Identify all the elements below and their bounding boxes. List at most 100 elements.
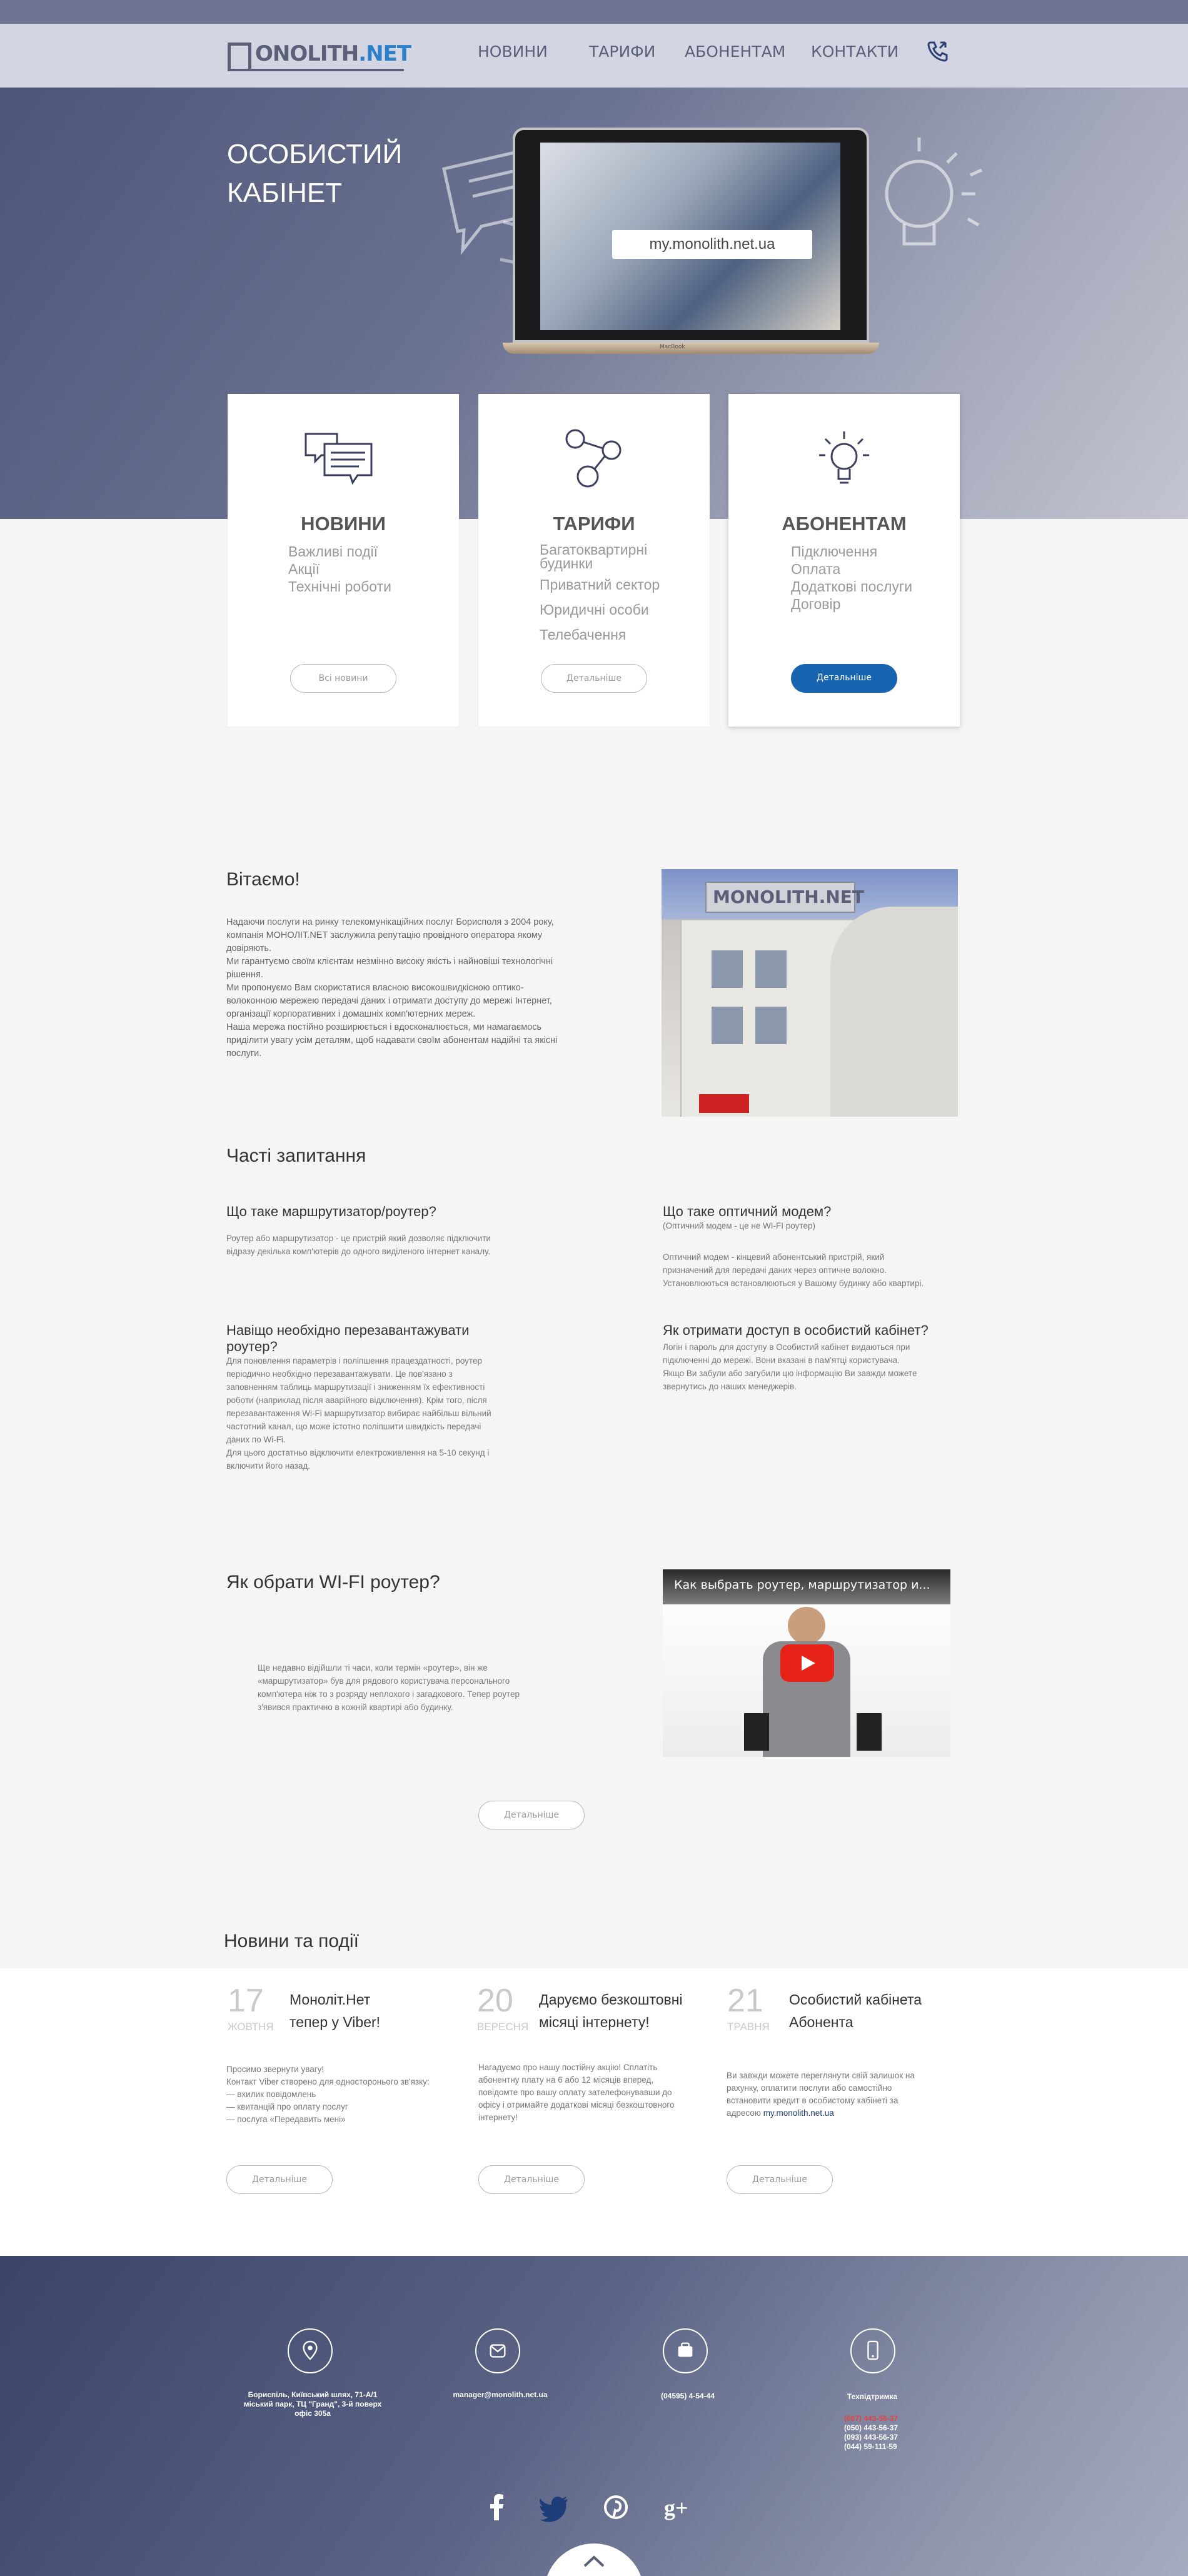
news-day: 21 [727, 1983, 763, 2019]
news-month: ТРАВНЯ [727, 2021, 770, 2033]
card-tariffs-item[interactable]: Юридичні особи [540, 601, 660, 618]
card-subscribers-item[interactable]: Підключення [791, 543, 912, 560]
faq-answer: Оптичний модем - кінцевий абонентський п… [663, 1252, 924, 1288]
cabinet-url-link[interactable]: my.monolith.net.ua [612, 230, 812, 259]
nav-item-contacts[interactable]: КОНТАКТИ [811, 43, 899, 61]
logo-underline [228, 69, 404, 71]
card-news-title: НОВИНИ [301, 513, 386, 535]
site-logo[interactable]: ONOLITH.NET [228, 39, 411, 71]
news-day: 20 [477, 1983, 513, 2019]
logo-net: .NET [358, 41, 411, 66]
play-icon[interactable] [780, 1644, 834, 1682]
google-plus-icon[interactable]: g+ [663, 2492, 694, 2523]
bulb-decoration [885, 138, 983, 246]
twitter-icon[interactable] [539, 2492, 570, 2523]
card-subscribers-item[interactable]: Договір [791, 595, 912, 613]
faq-question[interactable]: Що таке оптичний модем? [663, 1204, 831, 1220]
subscribers-details-button[interactable]: Детальніше [791, 664, 897, 693]
mobile-icon [850, 2328, 895, 2373]
video-title-bar: Как выбрать роутер, маршрутизатор и... [663, 1569, 950, 1604]
chat-icon [305, 433, 373, 485]
cabinet-link[interactable]: my.monolith.net.ua [763, 2108, 834, 2118]
support-phone[interactable]: (044) 59-111-59 [844, 2442, 919, 2452]
news-headline[interactable]: Моноліт.Нет тепер у Viber! [289, 1988, 380, 2033]
card-subscribers-item[interactable]: Додаткові послуги [791, 578, 912, 595]
card-news: НОВИНИ Важливі події Акції Технічні робо… [228, 394, 459, 727]
top-strip [0, 0, 1188, 24]
card-tariffs-list: Багатоквартирні будинки Приватний сектор… [540, 543, 660, 643]
router-text: Ще недавно відійшли ті часи, коли термін… [258, 1663, 520, 1712]
logo-text: ONOLITH [255, 41, 359, 66]
tariffs-details-button[interactable]: Детальніше [541, 664, 647, 693]
wallet-icon [663, 2328, 708, 2373]
news-title: Новини та події [224, 1931, 359, 1951]
support-phone[interactable]: (067) 443-56-37 [844, 2414, 919, 2423]
welcome-text: Надаючи послуги на ринку телекомунікацій… [226, 917, 558, 1059]
footer-phone[interactable]: (04595) 4-54-44 [613, 2392, 763, 2401]
laptop-illustration: my.monolith.net.ua MacBook [503, 128, 879, 356]
nav-item-news[interactable]: НОВИНИ [478, 43, 548, 61]
card-subscribers-item[interactable]: Оплата [791, 560, 912, 578]
footer-support-label: Техпідтримка [847, 2392, 898, 2401]
news-details-button[interactable]: Детальніше [727, 2165, 833, 2194]
card-tariffs-item[interactable]: Приватний сектор [540, 576, 660, 593]
support-phone[interactable]: (050) 443-56-37 [844, 2423, 919, 2433]
svg-text:g+: g+ [664, 2495, 688, 2520]
office-building-photo: MONOLITH.NET [662, 869, 958, 1117]
card-subscribers-list: Підключення Оплата Додаткові послуги Дог… [791, 543, 912, 613]
hero-title-line2: КАБІНЕТ [227, 178, 343, 208]
building-sign: MONOLITH.NET [705, 882, 864, 913]
all-news-button[interactable]: Всі новини [290, 664, 396, 693]
footer [0, 2256, 1188, 2576]
card-news-item[interactable]: Важливі події [288, 543, 391, 560]
laptop-brand: MacBook [660, 344, 685, 350]
nav-item-tariffs[interactable]: ТАРИФИ [589, 43, 655, 61]
footer-support-phones: (067) 443-56-37 (050) 443-56-37 (093) 44… [844, 2414, 919, 2452]
news-headline[interactable]: Особистий кабінета Абонента [789, 1988, 922, 2033]
card-subscribers: АБОНЕНТАМ Підключення Оплата Додаткові п… [728, 394, 960, 727]
welcome-title: Вітаємо! [226, 869, 300, 890]
laptop-base [503, 343, 879, 354]
mail-icon [475, 2328, 520, 2373]
card-news-item[interactable]: Акції [288, 560, 391, 578]
card-tariffs-item[interactable]: Багатоквартирні будинки [540, 543, 658, 571]
faq-answer: Логін і пароль для доступу в Особистий к… [663, 1342, 917, 1391]
location-icon [288, 2328, 333, 2373]
logo-m-mark [228, 43, 251, 69]
faq-question[interactable]: Як отримати доступ в особистий кабінет? [663, 1322, 929, 1339]
faq-answer: Для поновлення параметрів і поліпшення п… [226, 1356, 491, 1471]
facebook-icon[interactable] [481, 2492, 513, 2523]
bulb-icon [819, 431, 869, 484]
pinterest-icon[interactable] [600, 2492, 632, 2523]
faq-subtitle: (Оптичний модем - це не WI-FI роутер) [663, 1221, 815, 1230]
phone-icon[interactable] [925, 39, 950, 64]
hero-title-line1: ОСОБИСТИЙ [227, 139, 403, 169]
news-month: ЖОВТНЯ [228, 2021, 274, 2033]
molecule-icon [565, 429, 622, 488]
news-text: Ви завжди можете переглянути свій залишо… [727, 2071, 915, 2118]
faq-question[interactable]: Навіщо необхідно перезавантажувати роуте… [226, 1322, 501, 1355]
support-phone[interactable]: (093) 443-56-37 [844, 2433, 919, 2442]
card-tariffs: ТАРИФИ Багатоквартирні будинки Приватний… [478, 394, 710, 727]
card-news-item[interactable]: Технічні роботи [288, 578, 391, 595]
footer-email[interactable]: manager@monolith.net.ua [425, 2390, 575, 2400]
chevron-up-icon [583, 2555, 605, 2567]
nav-item-subscribers[interactable]: АБОНЕНТАМ [685, 43, 785, 61]
card-news-list: Важливі події Акції Технічні роботи [288, 543, 391, 595]
card-tariffs-item[interactable]: Телебачення [540, 626, 660, 643]
faq-title: Часті запитання [226, 1145, 366, 1166]
hero-title: ОСОБИСТИЙ КАБІНЕТ [227, 135, 402, 213]
news-month: ВЕРЕСНЯ [477, 2021, 529, 2033]
news-headline[interactable]: Даруємо безкоштовні місяці інтернету! [539, 1988, 683, 2033]
router-details-button[interactable]: Детальніше [478, 1801, 585, 1829]
news-day: 17 [228, 1983, 264, 2019]
faq-question[interactable]: Що таке маршрутизатор/роутер? [226, 1204, 436, 1220]
news-details-button[interactable]: Детальніше [478, 2165, 585, 2194]
card-tariffs-title: ТАРИФИ [553, 513, 635, 535]
video-player[interactable]: Как выбрать роутер, маршрутизатор и... [663, 1569, 950, 1757]
video-title[interactable]: Как выбрать роутер, маршрутизатор и... [674, 1578, 930, 1592]
news-details-button[interactable]: Детальніше [226, 2165, 333, 2194]
faq-answer: Роутер або маршрутизатор - це пристрій я… [226, 1234, 491, 1256]
laptop-screen: my.monolith.net.ua [513, 128, 869, 343]
news-text: Просимо звернути увагу! Контакт Viber ст… [226, 2065, 430, 2124]
